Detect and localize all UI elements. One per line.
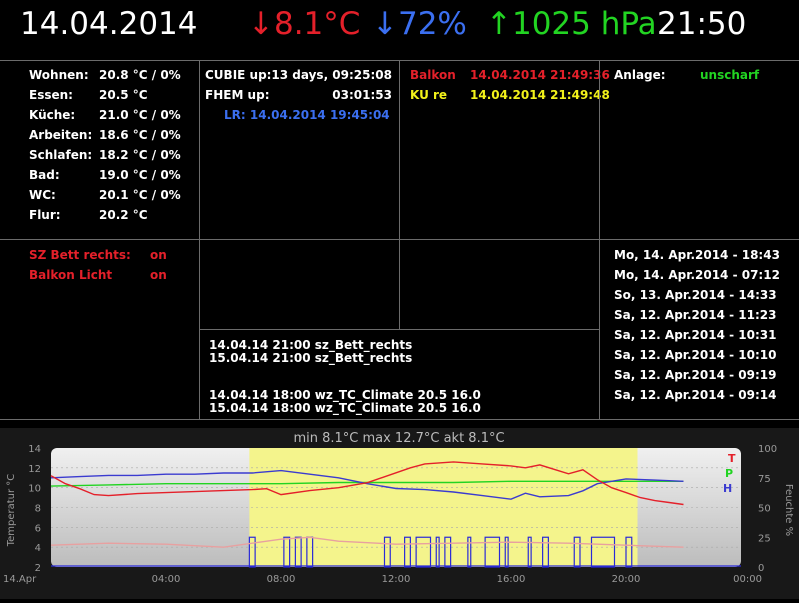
- x-tick-label: 00:00: [733, 574, 762, 585]
- legend-t: T: [728, 452, 736, 465]
- windows-panel: Balkon 14.04.2014 21:49:36 KU re 14.04.2…: [399, 60, 610, 240]
- header-time: 21:50: [657, 6, 747, 42]
- legend-h: H: [723, 482, 732, 495]
- room-value: 20.2 °C: [99, 208, 148, 222]
- timer-entry: 14.04.14 21:00 sz_Bett_rechts: [209, 338, 413, 352]
- chart-title: min 8.1°C max 12.7°C akt 8.1°C: [293, 431, 504, 446]
- room-name: Schlafen:: [29, 148, 93, 162]
- outdoor-humidity: ↓72%: [372, 6, 467, 42]
- room-value: 20.1 °C / 0%: [99, 188, 181, 202]
- x-tick-label: 14.Apr: [3, 574, 37, 585]
- devices-panel: SZ Bett rechts: on Balkon Licht on: [0, 239, 200, 420]
- alarm-panel: Anlage: unscharf: [599, 60, 799, 240]
- event-entry: Mo, 14. Apr.2014 - 18:43: [614, 248, 780, 262]
- timer-entry: 15.04.14 21:00 sz_Bett_rechts: [209, 351, 413, 365]
- y2-tick-label: 50: [758, 504, 771, 515]
- room-value: 19.0 °C / 0%: [99, 168, 181, 182]
- event-entry: Sa, 12. Apr.2014 - 10:31: [614, 328, 777, 342]
- lr-timestamp: LR: 14.04.2014 19:45:04: [224, 108, 390, 122]
- x-tick-label: 12:00: [382, 574, 411, 585]
- window-name: KU re: [410, 88, 448, 102]
- outdoor-temperature: ↓8.1°C: [248, 6, 361, 42]
- y-axis-label: Temperatur °C: [6, 474, 17, 548]
- chart-plot-area: 2 4 6 8 10 12 14 0 25 50 75 100 14.Apr 04:00 08:00 12:0…: [3, 444, 777, 585]
- room-name: Essen:: [29, 88, 73, 102]
- fhem-uptime-label: FHEM up:: [205, 88, 270, 102]
- header-date: 14.04.2014: [20, 6, 198, 42]
- alarm-status: unscharf: [700, 68, 760, 82]
- room-name: Wohnen:: [29, 68, 89, 82]
- y-tick-label: 4: [35, 543, 41, 554]
- timers-panel: 14.04.14 21:00 sz_Bett_rechts 15.04.14 2…: [199, 329, 600, 420]
- event-entry: Sa, 12. Apr.2014 - 10:10: [614, 348, 777, 362]
- room-value: 18.6 °C / 0%: [99, 128, 181, 142]
- alarm-label: Anlage:: [614, 68, 666, 82]
- device-name: SZ Bett rechts:: [29, 248, 131, 262]
- y2-tick-label: 75: [758, 474, 771, 485]
- y2-axis-label: Feuchte %: [783, 484, 794, 536]
- cubie-uptime-value: 13 days, 09:25:08: [271, 68, 392, 82]
- y2-tick-label: 100: [758, 444, 777, 455]
- cubie-uptime-label: CUBIE up:: [205, 68, 272, 82]
- window-name: Balkon: [410, 68, 456, 82]
- event-entry: Sa, 12. Apr.2014 - 09:19: [614, 368, 777, 382]
- room-name: WC:: [29, 188, 56, 202]
- room-name: Küche:: [29, 108, 76, 122]
- window-time: 14.04.2014 21:49:36: [470, 68, 610, 82]
- device-name: Balkon Licht: [29, 268, 113, 282]
- y-tick-label: 2: [35, 563, 41, 574]
- timer-entry: 14.04.14 18:00 wz_TC_Climate 20.5 16.0: [209, 388, 481, 402]
- x-tick-label: 08:00: [267, 574, 296, 585]
- event-entry: So, 13. Apr.2014 - 14:33: [614, 288, 777, 302]
- y2-tick-label: 0: [758, 563, 764, 574]
- room-value: 20.8 °C / 0%: [99, 68, 181, 82]
- system-panel: CUBIE up: 13 days, 09:25:08 FHEM up: 03:…: [199, 60, 400, 240]
- weather-chart-panel: min 8.1°C max 12.7°C akt 8.1°C 2 4 6 8 10 12 1…: [0, 428, 799, 599]
- room-name: Bad:: [29, 168, 60, 182]
- event-entry: Sa, 12. Apr.2014 - 11:23: [614, 308, 777, 322]
- middle-empty-panel: [199, 239, 400, 330]
- device-state: on: [150, 268, 167, 282]
- room-value: 21.0 °C / 0%: [99, 108, 181, 122]
- room-value: 18.2 °C / 0%: [99, 148, 181, 162]
- y2-tick-label: 25: [758, 533, 771, 544]
- y-tick-label: 10: [28, 484, 41, 495]
- rooms-panel: Wohnen: 20.8 °C / 0% Essen: 20.5 °C Küche:…: [0, 60, 200, 240]
- room-value: 20.5 °C: [99, 88, 148, 102]
- legend-p: P: [725, 467, 733, 480]
- events-panel: Mo, 14. Apr.2014 - 18:43 Mo, 14. Apr.201…: [599, 239, 799, 420]
- air-pressure: ↑1025 hPa: [486, 6, 657, 42]
- fhem-uptime-value: 03:01:53: [332, 88, 392, 102]
- window-time: 14.04.2014 21:49:48: [470, 88, 610, 102]
- y-tick-label: 12: [28, 464, 41, 475]
- weather-chart: min 8.1°C max 12.7°C akt 8.1°C 2 4 6 8 10 12 1…: [3, 431, 794, 585]
- timer-entry: 15.04.14 18:00 wz_TC_Climate 20.5 16.0: [209, 401, 481, 415]
- x-tick-label: 16:00: [497, 574, 526, 585]
- x-tick-label: 20:00: [612, 574, 641, 585]
- y-tick-label: 8: [35, 504, 41, 515]
- room-name: Flur:: [29, 208, 61, 222]
- room-name: Arbeiten:: [29, 128, 93, 142]
- device-state: on: [150, 248, 167, 262]
- y-tick-label: 14: [28, 444, 41, 455]
- y-tick-label: 6: [35, 523, 41, 534]
- x-tick-label: 04:00: [152, 574, 181, 585]
- event-entry: Mo, 14. Apr.2014 - 07:12: [614, 268, 780, 282]
- header-bar: 14.04.2014 ↓8.1°C ↓72% ↑1025 hPa 21:50: [0, 0, 799, 60]
- event-entry: Sa, 12. Apr.2014 - 09:14: [614, 388, 777, 402]
